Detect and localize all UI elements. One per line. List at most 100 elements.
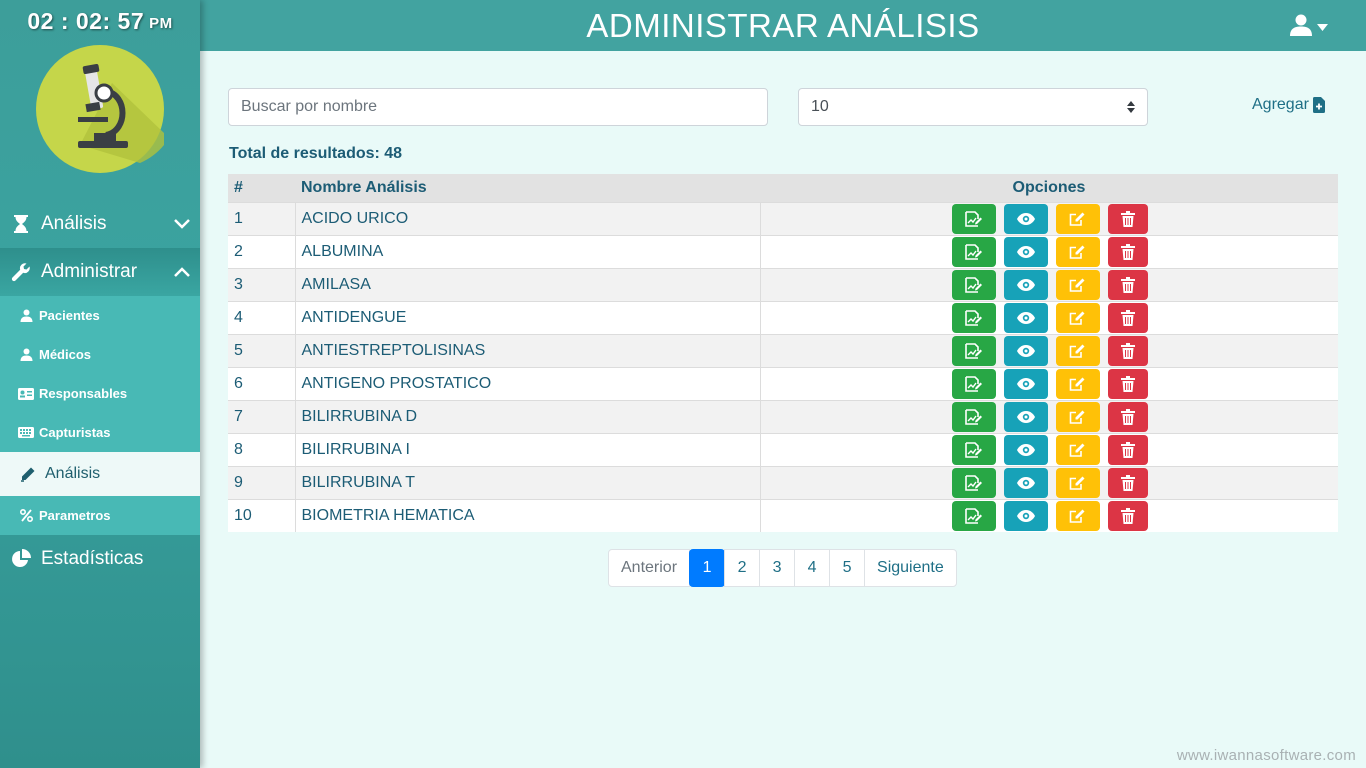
pagination-page-2[interactable]: 2	[724, 549, 761, 587]
add-button[interactable]: Agregar	[1252, 96, 1325, 114]
pagination-prev[interactable]: Anterior	[608, 549, 691, 587]
delete-button[interactable]	[1107, 368, 1148, 399]
view-button[interactable]	[1003, 335, 1048, 366]
search-input[interactable]	[228, 88, 768, 126]
delete-button[interactable]	[1107, 500, 1148, 531]
results-button[interactable]	[951, 368, 996, 399]
delete-button[interactable]	[1107, 302, 1148, 333]
clock-ampm: PM	[149, 15, 173, 32]
view-button[interactable]	[1003, 467, 1048, 498]
view-button[interactable]	[1003, 500, 1048, 531]
delete-button[interactable]	[1107, 203, 1148, 234]
select-caret-icon	[1127, 101, 1135, 113]
results-button[interactable]	[951, 302, 996, 333]
pagination-page-1[interactable]: 1	[689, 549, 726, 587]
nav-analisis[interactable]: Análisis	[0, 200, 200, 248]
row-analysis-name: ANTIDENGUE	[295, 300, 761, 334]
user-icon	[1290, 14, 1312, 41]
page-size-select[interactable]: 10	[798, 88, 1148, 126]
edit-icon	[1069, 442, 1086, 458]
delete-button[interactable]	[1107, 401, 1148, 432]
table-row: 9 BILIRRUBINA T	[228, 465, 1338, 499]
view-button[interactable]	[1003, 236, 1048, 267]
user-menu[interactable]	[1290, 14, 1328, 41]
trash-icon	[1120, 276, 1135, 293]
row-number: 9	[228, 465, 296, 499]
nav-estadisticas-label: Estadísticas	[41, 548, 144, 569]
edit-button[interactable]	[1055, 203, 1100, 234]
results-button[interactable]	[951, 467, 996, 498]
column-header-name: Nombre Análisis	[295, 174, 760, 202]
results-button[interactable]	[951, 203, 996, 234]
edit-button[interactable]	[1055, 236, 1100, 267]
edit-button[interactable]	[1055, 434, 1100, 465]
chevron-down-icon	[174, 213, 190, 235]
sidebar-item-responsables[interactable]: Responsables	[0, 374, 200, 413]
nav-administrar[interactable]: Administrar	[0, 248, 200, 296]
delete-button[interactable]	[1107, 236, 1148, 267]
row-number: 3	[228, 267, 296, 301]
table-row: 10 BIOMETRIA HEMATICA	[228, 498, 1338, 532]
edit-icon	[1069, 211, 1086, 227]
results-icon	[964, 408, 983, 425]
sidebar: 02 : 02: 57 PM Análisis Administrar Paci…	[0, 0, 200, 768]
edit-button[interactable]	[1055, 302, 1100, 333]
sidebar-item-label: Parametros	[39, 508, 111, 523]
results-button[interactable]	[951, 269, 996, 300]
pagination-page-3[interactable]: 3	[759, 549, 796, 587]
view-button[interactable]	[1003, 434, 1048, 465]
row-analysis-name: BILIRRUBINA D	[295, 399, 761, 433]
results-button[interactable]	[951, 401, 996, 432]
pagination-page-4[interactable]: 4	[794, 549, 831, 587]
sidebar-item-analisis[interactable]: Análisis	[0, 452, 200, 496]
view-button[interactable]	[1003, 302, 1048, 333]
sidebar-item-pacientes[interactable]: Pacientes	[0, 296, 200, 335]
pagination-next[interactable]: Siguiente	[864, 549, 957, 587]
row-number: 8	[228, 432, 296, 466]
results-button[interactable]	[951, 335, 996, 366]
nav-estadisticas[interactable]: Estadísticas	[0, 535, 200, 583]
view-button[interactable]	[1003, 269, 1048, 300]
view-button[interactable]	[1003, 203, 1048, 234]
eye-icon	[1016, 443, 1035, 456]
trash-icon	[1120, 507, 1135, 524]
eye-icon	[1016, 476, 1035, 489]
delete-button[interactable]	[1107, 269, 1148, 300]
caret-down-icon	[1317, 24, 1328, 31]
sidebar-item-label: Médicos	[39, 347, 92, 362]
results-button[interactable]	[951, 500, 996, 531]
eye-icon	[1016, 212, 1035, 225]
table-row: 8 BILIRRUBINA I	[228, 432, 1338, 466]
edit-button[interactable]	[1055, 269, 1100, 300]
delete-button[interactable]	[1107, 434, 1148, 465]
delete-button[interactable]	[1107, 335, 1148, 366]
results-icon	[964, 375, 983, 392]
sidebar-item-label: Pacientes	[39, 308, 100, 323]
edit-icon	[1069, 310, 1086, 326]
sidebar-item-capturistas[interactable]: Capturistas	[0, 413, 200, 452]
sidebar-item-parametros[interactable]: Parametros	[0, 496, 200, 535]
delete-button[interactable]	[1107, 467, 1148, 498]
edit-button[interactable]	[1055, 368, 1100, 399]
pie-chart-icon	[10, 549, 32, 569]
results-button[interactable]	[951, 434, 996, 465]
edit-button[interactable]	[1055, 467, 1100, 498]
edit-icon	[1069, 475, 1086, 491]
edit-button[interactable]	[1055, 500, 1100, 531]
edit-button[interactable]	[1055, 401, 1100, 432]
column-header-options: Opciones	[760, 174, 1338, 202]
view-button[interactable]	[1003, 401, 1048, 432]
column-header-number: #	[228, 174, 295, 202]
results-button[interactable]	[951, 236, 996, 267]
row-options	[760, 333, 1338, 367]
results-icon	[964, 276, 983, 293]
results-icon	[964, 441, 983, 458]
sidebar-item-label: Análisis	[45, 465, 101, 482]
sidebar-item-medicos[interactable]: Médicos	[0, 335, 200, 374]
table-row: 6 ANTIGENO PROSTATICO	[228, 366, 1338, 400]
pagination-page-5[interactable]: 5	[829, 549, 866, 587]
eye-icon	[1016, 377, 1035, 390]
table-body: 1 ACIDO URICO 2 ALBUMINA 3 AMILASA 4 ANTIDENGUE…	[228, 201, 1338, 532]
edit-button[interactable]	[1055, 335, 1100, 366]
view-button[interactable]	[1003, 368, 1048, 399]
